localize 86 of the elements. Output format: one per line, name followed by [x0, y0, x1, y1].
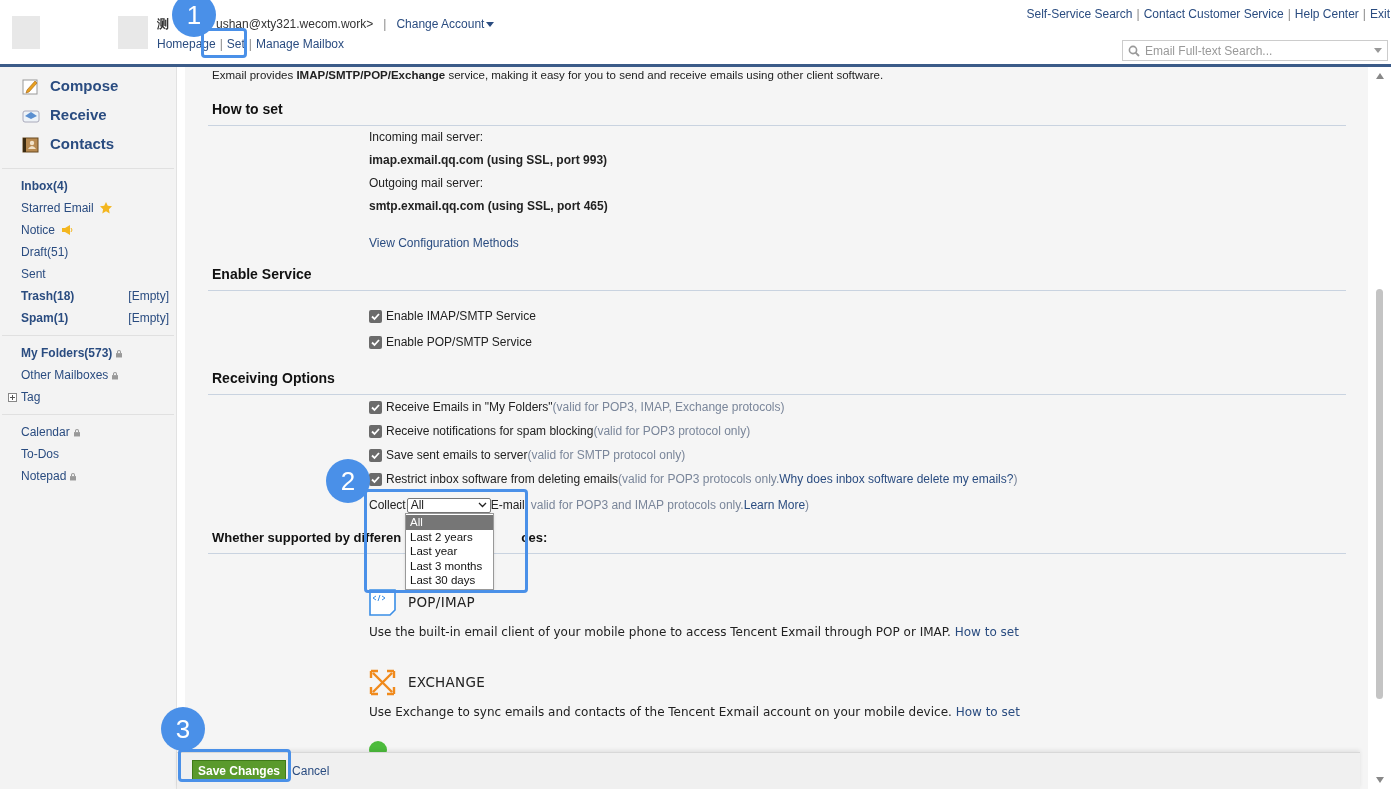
- dropdown-option[interactable]: Last 2 years: [406, 529, 493, 544]
- dropdown-option[interactable]: Last 30 days: [406, 573, 493, 588]
- folder-link[interactable]: Calendar: [21, 423, 70, 441]
- change-account-link[interactable]: Change Account: [396, 15, 495, 33]
- option-note: E-mail valid for POP3 and IMAP protocols only.Learn More): [490, 497, 810, 514]
- dropdown-option[interactable]: Last 3 months: [406, 558, 493, 573]
- device-title: EXCHANGE: [408, 672, 486, 692]
- scroll-down-icon[interactable]: [1375, 777, 1384, 783]
- option-label: Enable IMAP/SMTP Service: [386, 308, 536, 325]
- dropdown-option[interactable]: Last year: [406, 544, 493, 559]
- device-description: Use Exchange to sync emails and contacts of the Tencent Exmail account on your mobile device. How to set: [369, 703, 1021, 721]
- help-link[interactable]: Learn More: [743, 498, 806, 512]
- folder-link[interactable]: Notice: [21, 221, 55, 239]
- folder-link[interactable]: Spam(1): [21, 309, 69, 327]
- speaker-icon: [61, 224, 73, 236]
- chevron-down-icon: [477, 502, 487, 508]
- separator: |: [1136, 6, 1140, 23]
- folder-link[interactable]: Starred Email: [21, 199, 94, 217]
- empty-folder-link[interactable]: [Empty]: [128, 287, 169, 305]
- checkbox[interactable]: [369, 309, 382, 323]
- server-text: Incoming mail server:: [369, 129, 485, 142]
- option-label: Enable POP/SMTP Service: [386, 334, 532, 351]
- collect-range-select[interactable]: All: [406, 497, 491, 513]
- section-heading: Receiving Options: [212, 369, 335, 388]
- contact-card-icon: [22, 135, 40, 154]
- separator: |: [248, 36, 252, 53]
- folder-link[interactable]: Tag: [21, 388, 41, 406]
- top-link[interactable]: Contact Customer Service: [1143, 5, 1284, 23]
- scrollbar-thumb[interactable]: [1376, 289, 1383, 699]
- search-icon: [1128, 45, 1140, 57]
- option-label: Restrict inbox software from deleting emails(valid for POP3 protocols only.Why does inbox software delete my emails?): [386, 471, 1018, 488]
- separator: |: [1287, 6, 1291, 23]
- section-heading: Enable Service: [212, 265, 312, 284]
- scroll-up-icon[interactable]: [1375, 73, 1384, 79]
- account-email: ushan@xty321.wecom.work>: [216, 16, 374, 33]
- checkbox[interactable]: [369, 448, 382, 462]
- account-name: 测: [157, 16, 169, 33]
- sidebar-action[interactable]: Receive: [22, 104, 174, 127]
- cancel-link[interactable]: Cancel: [292, 762, 330, 780]
- server-text: imap.exmail.qq.com (using SSL, port 993): [369, 152, 609, 165]
- folder-link[interactable]: Notepad: [21, 467, 67, 485]
- help-link[interactable]: Why does inbox software delete my emails?: [779, 472, 1014, 486]
- top-link[interactable]: Self-Service Search: [1026, 5, 1133, 23]
- sidebar-action[interactable]: Compose: [22, 75, 174, 98]
- option-label: Receive notifications for spam blocking(valid for POP3 protocol only): [386, 423, 751, 440]
- folder-link[interactable]: Other Mailboxes: [21, 366, 109, 384]
- expand-icon[interactable]: [8, 392, 17, 402]
- caret-icon: [486, 21, 495, 27]
- select-prefix-label: Collect: [369, 497, 406, 514]
- device-title: POP/IMAP: [408, 592, 475, 612]
- intro-text: Exmail provides IMAP/SMTP/POP/Exchange service, making it easy for you to send and receive emails using other client software.: [212, 68, 885, 82]
- folder-link[interactable]: To-Dos: [21, 445, 59, 463]
- folder-link[interactable]: My Folders(573): [21, 344, 113, 362]
- nav-link[interactable]: Set: [226, 35, 245, 53]
- folder-link[interactable]: Draft(51): [21, 243, 69, 261]
- top-link[interactable]: Help Center: [1294, 5, 1359, 23]
- section-heading: How to set: [212, 100, 283, 119]
- option-label: Receive Emails in "My Folders"(valid for POP3, IMAP, Exchange protocols): [386, 399, 785, 416]
- folder-link[interactable]: Sent: [21, 265, 46, 283]
- exchange-arrows-icon: [369, 668, 396, 696]
- caret-icon: [1374, 48, 1382, 53]
- pencil-note-icon: [22, 77, 40, 96]
- nav-link[interactable]: Manage Mailbox: [256, 35, 345, 53]
- empty-folder-link[interactable]: [Empty]: [128, 309, 169, 327]
- code-document-icon: [369, 588, 396, 616]
- server-text: Outgoing mail server:: [369, 175, 485, 188]
- configuration-link[interactable]: View Configuration Methods: [369, 236, 519, 250]
- checkbox[interactable]: [369, 335, 382, 349]
- server-text: smtp.exmail.qq.com (using SSL, port 465): [369, 198, 609, 211]
- star-icon: [99, 202, 112, 214]
- search-field[interactable]: Email Full-text Search...: [1122, 40, 1388, 61]
- top-link[interactable]: Exit: [1370, 5, 1390, 23]
- folder-link[interactable]: Inbox(4): [21, 177, 68, 195]
- option-label: Save sent emails to server(valid for SMTP protocol only): [386, 447, 686, 464]
- device-description: Use the built-in email client of your mobile phone to access Tencent Exmail through POP or IMAP. How to set: [369, 623, 1020, 641]
- checkbox[interactable]: [369, 424, 382, 438]
- folder-link[interactable]: Trash(18): [21, 287, 75, 305]
- checkbox[interactable]: [369, 472, 382, 486]
- checkbox[interactable]: [369, 400, 382, 414]
- separator: |: [382, 16, 388, 33]
- separator: |: [219, 36, 223, 53]
- separator: |: [1362, 6, 1366, 23]
- how-to-set-link[interactable]: How to set: [954, 624, 1019, 639]
- dropdown-option[interactable]: All: [406, 515, 493, 530]
- how-to-set-link[interactable]: How to set: [955, 704, 1020, 719]
- sidebar-action[interactable]: Contacts: [22, 133, 174, 156]
